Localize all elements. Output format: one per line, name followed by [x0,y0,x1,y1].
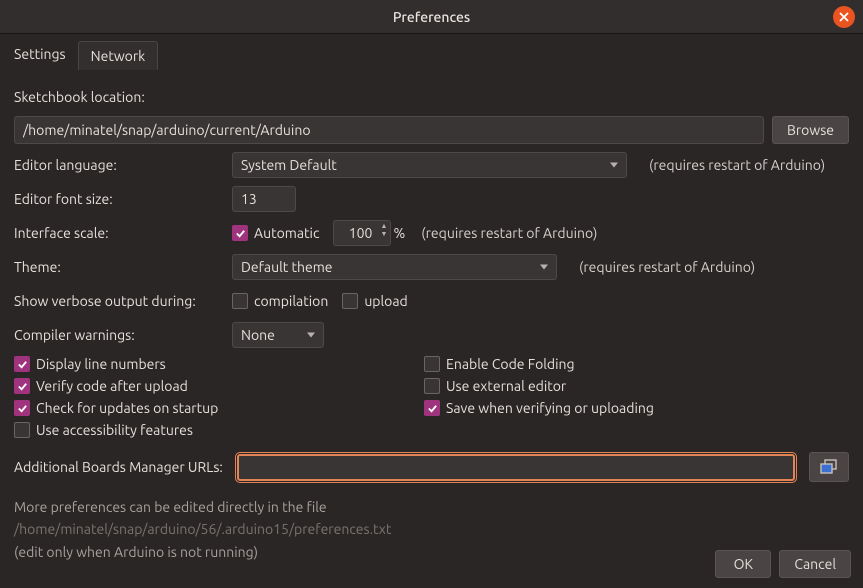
external-editor-checkbox[interactable]: Use external editor [424,378,835,394]
dialog-buttons: OK Cancel [715,550,851,578]
cancel-button[interactable]: Cancel [779,550,851,578]
theme-label: Theme: [14,259,232,275]
font-size-input[interactable] [232,186,296,212]
scale-input[interactable]: 100 ▲▼ [333,220,391,246]
tab-bar: Settings Network [0,34,863,70]
check-updates-label: Check for updates on startup [36,400,218,416]
code-folding-checkbox[interactable]: Enable Code Folding [424,356,835,372]
edit-urls-button[interactable] [809,452,849,482]
verify-after-upload-label: Verify code after upload [36,378,188,394]
checkmark-icon [14,400,30,416]
external-editor-label: Use external editor [446,378,566,394]
line-numbers-checkbox[interactable]: Display line numbers [14,356,410,372]
editor-language-value: System Default [241,157,337,173]
verbose-label: Show verbose output during: [14,293,232,309]
sketchbook-label: Sketchbook location: [14,89,145,105]
editor-language-select[interactable]: System Default [232,152,627,178]
additional-urls-label: Additional Boards Manager URLs: [14,459,223,475]
additional-urls-input[interactable] [237,454,795,481]
check-updates-checkbox[interactable]: Check for updates on startup [14,400,410,416]
theme-value: Default theme [241,259,333,275]
tab-settings[interactable]: Settings [2,40,78,70]
checkbox-empty-icon [424,356,440,372]
percent-label: % [393,225,405,241]
theme-select[interactable]: Default theme [232,254,557,280]
automatic-checkbox[interactable]: Automatic [232,225,319,241]
settings-panel: Sketchbook location: Browse Editor langu… [0,70,863,563]
compiler-warnings-select[interactable]: None [232,322,324,348]
titlebar: Preferences [0,0,863,34]
font-size-label: Editor font size: [14,191,232,207]
accessibility-label: Use accessibility features [36,422,193,438]
restart-hint-1: (requires restart of Arduino) [649,157,825,173]
checkbox-empty-icon [424,378,440,394]
checkmark-icon [232,225,248,241]
line-numbers-label: Display line numbers [36,356,166,372]
footer-line1: More preferences can be edited directly … [14,496,849,518]
chevron-down-icon[interactable]: ▼ [381,231,388,238]
checkbox-empty-icon [232,293,248,309]
windows-icon [820,459,838,475]
footer-line2: /home/minatel/snap/arduino/56/.arduino15… [14,518,849,540]
checkbox-empty-icon [342,293,358,309]
scale-value: 100 [349,225,373,241]
tab-network[interactable]: Network [78,41,159,70]
close-button[interactable] [833,6,855,28]
code-folding-label: Enable Code Folding [446,356,575,372]
window-title: Preferences [393,9,470,25]
chevron-up-icon[interactable]: ▲ [381,223,388,230]
checkmark-icon [14,356,30,372]
sketchbook-path-input[interactable] [14,116,764,144]
restart-hint-2: (requires restart of Arduino) [421,225,597,241]
automatic-label: Automatic [254,225,319,241]
compilation-checkbox[interactable]: compilation [232,293,328,309]
compilation-label: compilation [254,293,328,309]
accessibility-checkbox[interactable]: Use accessibility features [14,422,410,438]
interface-scale-label: Interface scale: [14,225,232,241]
checkmark-icon [14,378,30,394]
close-icon [839,12,849,22]
compiler-warnings-value: None [241,327,275,343]
save-when-verifying-label: Save when verifying or uploading [446,400,654,416]
browse-button[interactable]: Browse [772,116,849,144]
verify-after-upload-checkbox[interactable]: Verify code after upload [14,378,410,394]
upload-label: upload [364,293,407,309]
ok-button[interactable]: OK [715,550,771,578]
compiler-warnings-label: Compiler warnings: [14,327,232,343]
upload-checkbox[interactable]: upload [342,293,407,309]
checkbox-empty-icon [14,422,30,438]
restart-hint-3: (requires restart of Arduino) [579,259,755,275]
save-when-verifying-checkbox[interactable]: Save when verifying or uploading [424,400,835,416]
checkmark-icon [424,400,440,416]
editor-language-label: Editor language: [14,157,232,173]
